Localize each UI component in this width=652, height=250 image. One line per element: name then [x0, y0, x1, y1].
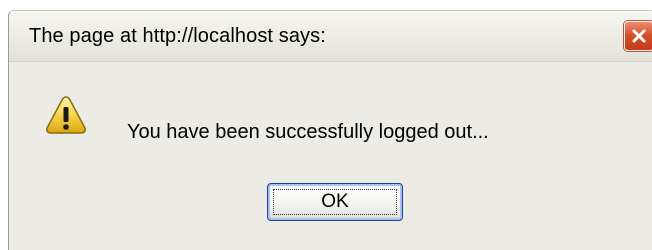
- dialog-titlebar[interactable]: The page at http://localhost says:: [9, 11, 652, 62]
- alert-dialog: The page at http://localhost says: You h…: [8, 10, 652, 250]
- ok-button[interactable]: OK: [267, 183, 403, 221]
- ok-button-label: OK: [273, 189, 397, 215]
- close-button[interactable]: [624, 21, 652, 51]
- dialog-message: You have been successfully logged out...: [127, 121, 489, 143]
- close-icon: [632, 29, 646, 43]
- warning-icon: [46, 96, 86, 134]
- dialog-title: The page at http://localhost says:: [29, 25, 326, 47]
